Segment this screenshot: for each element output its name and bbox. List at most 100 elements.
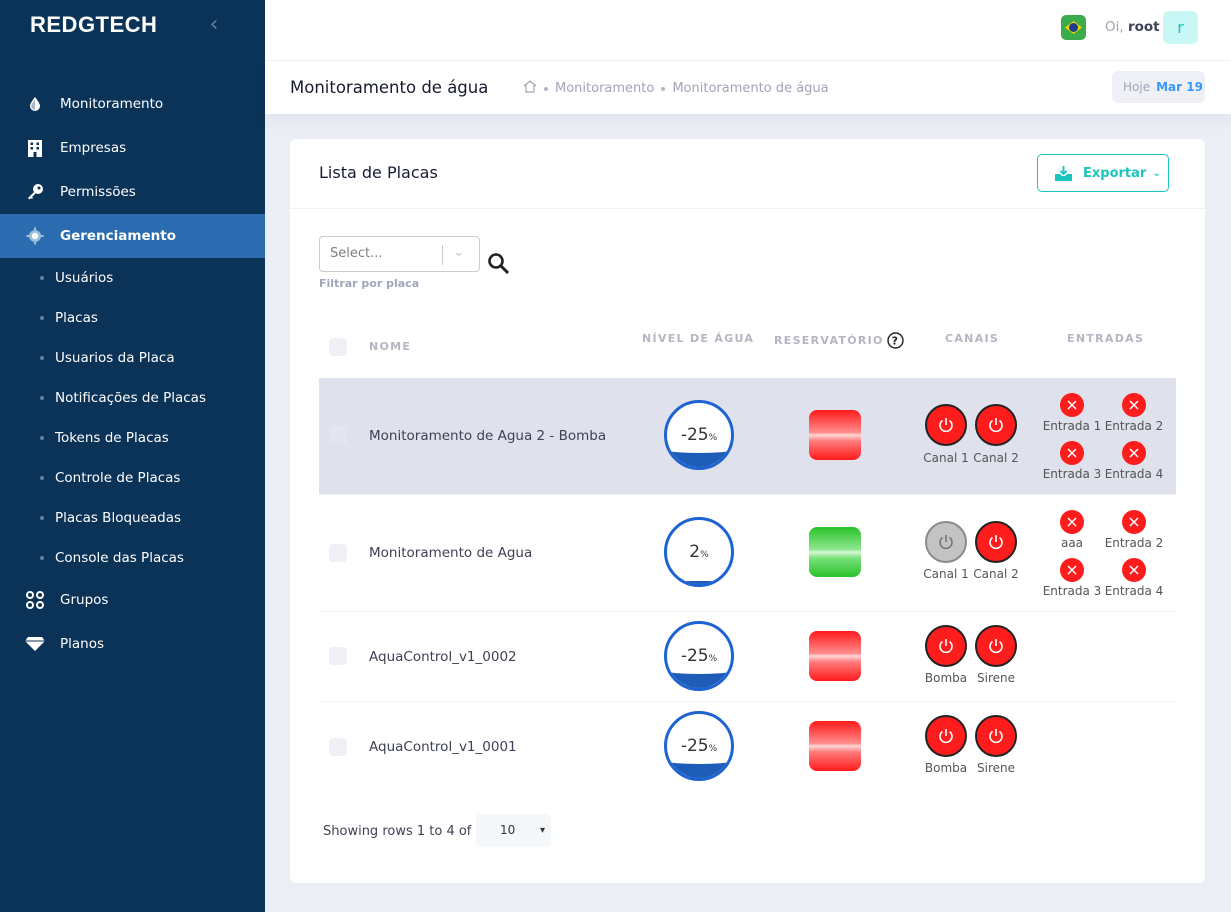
sidebar-subitem-placas[interactable]: Placas: [0, 298, 265, 338]
export-label: Exportar: [1083, 165, 1147, 181]
sidebar-subitem-bloqueadas[interactable]: Placas Bloqueadas: [0, 498, 265, 538]
power-button-canal-1[interactable]: [925, 521, 967, 563]
gauge-number: -25: [680, 425, 709, 445]
power-button-sirene[interactable]: [975, 625, 1017, 667]
sidebar-subitem-notificacoes[interactable]: Notificações de Placas: [0, 378, 265, 418]
column-header-label: RESERVATÓRIO: [774, 334, 884, 347]
table-row: Monitoramento de Agua 2 - Bomba -25% Can…: [319, 378, 1176, 495]
sidebar-item-monitoramento[interactable]: Monitoramento: [0, 82, 265, 126]
bullet-icon: [40, 276, 44, 280]
gauge-value: -25%: [667, 425, 731, 445]
sidebar-item-label: Empresas: [60, 140, 127, 156]
sidebar-subitem-label: Notificações de Placas: [55, 390, 206, 406]
power-button-bomba[interactable]: [925, 625, 967, 667]
sidebar-subitem-label: Console das Placas: [55, 550, 184, 566]
sidebar-subitem-usuarios[interactable]: Usuários: [0, 258, 265, 298]
row-checkbox[interactable]: [329, 738, 347, 756]
sidebar-item-gerenciamento[interactable]: Gerenciamento: [0, 214, 265, 258]
sidebar-item-grupos[interactable]: Grupos: [0, 578, 265, 622]
sidebar-subitem-label: Usuarios da Placa: [55, 350, 175, 366]
date-picker[interactable]: Hoje Mar 19: [1112, 71, 1205, 103]
sidebar-subitem-controle[interactable]: Controle de Placas: [0, 458, 265, 498]
sidebar-subitem-usuarios-da-placa[interactable]: Usuarios da Placa: [0, 338, 265, 378]
gauge-unit: %: [708, 433, 718, 443]
circles-icon: [24, 589, 46, 611]
user-name: root: [1127, 19, 1160, 35]
input-status-icon: [1060, 441, 1084, 465]
bullet-icon: [40, 436, 44, 440]
placa-filter-select[interactable]: Select... ⌄: [319, 236, 480, 272]
page-size-value: 10: [500, 823, 516, 837]
sidebar-subitem-label: Placas Bloqueadas: [55, 510, 182, 526]
table-row: AquaControl_v1_0001 -25% Bomba Sirene: [319, 702, 1176, 792]
row-checkbox[interactable]: [329, 544, 347, 562]
greeting-text: Oi,: [1105, 19, 1124, 35]
sidebar-subitem-label: Placas: [55, 310, 98, 326]
reservoir-indicator: [809, 527, 861, 577]
power-button-canal-1[interactable]: [925, 404, 967, 446]
channel-label: Sirene: [977, 761, 1015, 775]
row-checkbox[interactable]: [329, 426, 347, 444]
power-button-canal-2[interactable]: [975, 404, 1017, 446]
channel-label: Canal 2: [973, 451, 1019, 465]
power-button-bomba[interactable]: [925, 715, 967, 757]
select-all-checkbox[interactable]: [329, 338, 347, 356]
sidebar: REDGTECH ‹ Monitoramento Empresas Permis…: [0, 0, 265, 912]
home-icon[interactable]: [523, 80, 537, 97]
row-checkbox[interactable]: [329, 647, 347, 665]
column-header-level[interactable]: NÍVEL DE ÁGUA: [642, 332, 754, 345]
download-icon: [1054, 165, 1073, 182]
bullet-icon: [40, 516, 44, 520]
sidebar-item-label: Gerenciamento: [60, 228, 176, 244]
search-icon[interactable]: [487, 252, 513, 278]
brand-logo: REDGTECH: [30, 12, 158, 37]
gauge-number: 2: [689, 542, 701, 562]
gauge-value: -25%: [667, 736, 731, 756]
card-title: Lista de Placas: [319, 163, 438, 182]
input-status-icon: [1060, 558, 1084, 582]
sidebar-item-label: Permissões: [60, 184, 136, 200]
placas-card: Lista de Placas Exportar ⌄ Select... ⌄ F…: [290, 139, 1205, 883]
sidebar-item-label: Grupos: [60, 592, 109, 608]
export-button[interactable]: Exportar ⌄: [1037, 154, 1169, 192]
sidebar-item-empresas[interactable]: Empresas: [0, 126, 265, 170]
help-icon[interactable]: ?: [886, 332, 904, 349]
sidebar-subitem-label: Controle de Placas: [55, 470, 181, 486]
input-status-icon: [1122, 441, 1146, 465]
input-label: Entrada 3: [1042, 467, 1102, 481]
water-level-gauge: -25%: [664, 621, 734, 691]
sidebar-item-planos[interactable]: Planos: [0, 622, 265, 666]
channel-label: Sirene: [977, 671, 1015, 685]
power-button-canal-2[interactable]: [975, 521, 1017, 563]
avatar[interactable]: r: [1163, 11, 1198, 44]
bullet-icon: [40, 476, 44, 480]
gauge-fill: [667, 581, 731, 584]
input-status-icon: [1122, 393, 1146, 417]
filter-help-text: Filtrar por placa: [319, 277, 420, 290]
page-size-select[interactable]: 10 ▾: [476, 814, 551, 847]
sidebar-menu: Monitoramento Empresas Permissões Gerenc…: [0, 82, 265, 666]
sidebar-item-permissoes[interactable]: Permissões: [0, 170, 265, 214]
water-level-gauge: -25%: [664, 400, 734, 470]
bullet-icon: [40, 556, 44, 560]
input-label: Entrada 2: [1104, 536, 1164, 550]
sidebar-subitem-console[interactable]: Console das Placas: [0, 538, 265, 578]
sidebar-subitem-tokens[interactable]: Tokens de Placas: [0, 418, 265, 458]
gear-icon: [24, 225, 46, 247]
column-header-channels[interactable]: CANAIS: [945, 332, 999, 345]
svg-text:?: ?: [891, 335, 899, 348]
input-label: Entrada 4: [1104, 467, 1164, 481]
input-label: Entrada 4: [1104, 584, 1164, 598]
column-header-reservoir[interactable]: RESERVATÓRIO ?: [774, 332, 904, 349]
breadcrumb-item[interactable]: Monitoramento: [555, 81, 654, 96]
reservoir-indicator: [809, 410, 861, 460]
reservoir-indicator: [809, 721, 861, 771]
power-button-sirene[interactable]: [975, 715, 1017, 757]
column-header-inputs[interactable]: ENTRADAS: [1067, 332, 1144, 345]
gauge-fill: [667, 762, 731, 778]
bullet-icon: [40, 316, 44, 320]
collapse-sidebar-icon[interactable]: ‹: [204, 13, 224, 37]
brazil-flag-icon[interactable]: [1061, 15, 1086, 40]
column-header-name[interactable]: NOME: [369, 340, 411, 353]
input-label: aaa: [1060, 536, 1084, 550]
